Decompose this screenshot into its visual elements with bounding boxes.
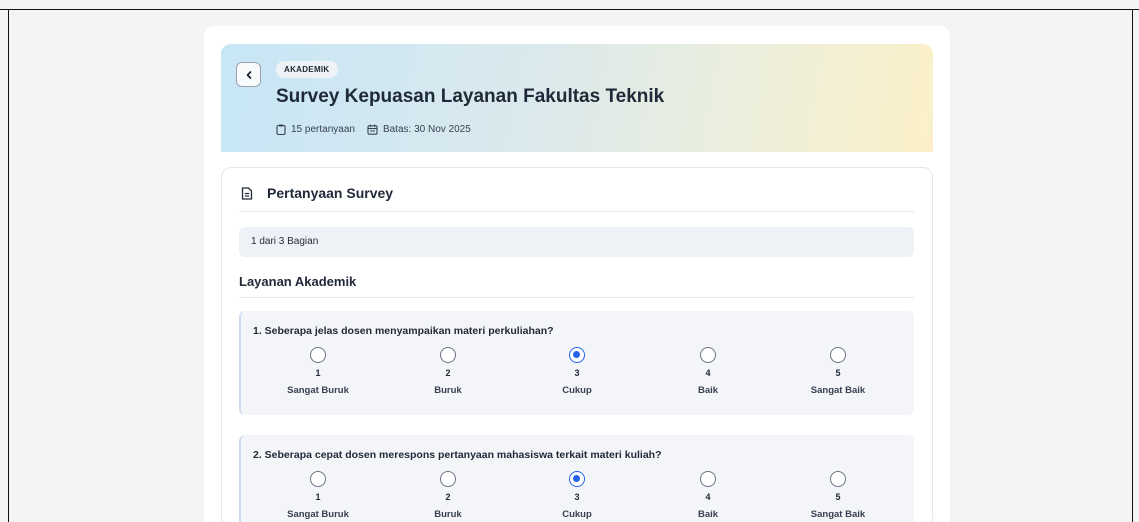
rating-option[interactable]: 4 Baik bbox=[653, 347, 763, 396]
rating-radio[interactable] bbox=[700, 471, 716, 487]
rating-label: Cukup bbox=[562, 509, 592, 520]
back-button[interactable] bbox=[236, 62, 261, 87]
rating-value: 2 bbox=[445, 492, 451, 502]
rating-value: 4 bbox=[705, 492, 711, 502]
deadline-text: Batas: 30 Nov 2025 bbox=[382, 123, 471, 135]
rating-label: Sangat Baik bbox=[810, 509, 866, 520]
rating-radio[interactable] bbox=[700, 347, 716, 363]
rating-value: 5 bbox=[835, 368, 841, 378]
rating-label: Baik bbox=[697, 509, 719, 520]
rating-label: Sangat Baik bbox=[810, 385, 866, 396]
clipboard-icon bbox=[276, 124, 286, 135]
document-icon bbox=[241, 186, 253, 200]
question-text: 1. Seberapa jelas dosen menyampaikan mat… bbox=[253, 325, 554, 337]
survey-meta: 15 pertanyaan Batas: 30 Nov 2025 bbox=[276, 122, 483, 136]
deadline: Batas: 30 Nov 2025 bbox=[367, 124, 471, 135]
window-frame-top bbox=[0, 9, 1139, 10]
rating-label: Baik bbox=[697, 385, 719, 396]
rating-label: Buruk bbox=[434, 509, 462, 520]
page-title: Survey Kepuasan Layanan Fakultas Teknik bbox=[276, 86, 665, 107]
rating-value: 3 bbox=[574, 368, 580, 378]
rating-option[interactable]: 1 Sangat Buruk bbox=[263, 347, 373, 396]
question-text: 2. Seberapa cepat dosen merespons pertan… bbox=[253, 449, 662, 461]
calendar-icon bbox=[367, 124, 378, 135]
rating-label: Buruk bbox=[434, 385, 462, 396]
rating-value: 3 bbox=[574, 492, 580, 502]
question-count-text: 15 pertanyaan bbox=[291, 123, 355, 135]
rating-option-selected[interactable]: 3 Cukup bbox=[522, 471, 632, 520]
section-divider bbox=[239, 297, 914, 298]
rating-option[interactable]: 1 Sangat Buruk bbox=[263, 471, 373, 520]
rating-option[interactable]: 4 Baik bbox=[653, 471, 763, 520]
rating-value: 4 bbox=[705, 368, 711, 378]
window-frame-right bbox=[1132, 9, 1133, 522]
rating-radio[interactable] bbox=[830, 347, 846, 363]
window-frame-left bbox=[8, 9, 9, 522]
question-card: 1. Seberapa jelas dosen menyampaikan mat… bbox=[239, 311, 914, 415]
rating-option[interactable]: 5 Sangat Baik bbox=[783, 347, 893, 396]
question-card: 2. Seberapa cepat dosen merespons pertan… bbox=[239, 435, 914, 522]
rating-option-selected[interactable]: 3 Cukup bbox=[522, 347, 632, 396]
rating-option[interactable]: 2 Buruk bbox=[393, 347, 503, 396]
rating-radio-checked[interactable] bbox=[569, 471, 585, 487]
rating-value: 1 bbox=[315, 492, 321, 502]
rating-value: 5 bbox=[835, 492, 841, 502]
rating-value: 2 bbox=[445, 368, 451, 378]
rating-label: Sangat Buruk bbox=[287, 509, 349, 520]
rating-radio[interactable] bbox=[310, 471, 326, 487]
rating-option[interactable]: 5 Sangat Baik bbox=[783, 471, 893, 520]
section-title: Layanan Akademik bbox=[239, 274, 357, 289]
chevron-left-icon bbox=[246, 70, 251, 79]
rating-option[interactable]: 2 Buruk bbox=[393, 471, 503, 520]
rating-radio[interactable] bbox=[830, 471, 846, 487]
heading-divider bbox=[239, 211, 914, 212]
rating-radio[interactable] bbox=[440, 347, 456, 363]
rating-radio-checked[interactable] bbox=[569, 347, 585, 363]
question-count: 15 pertanyaan bbox=[276, 124, 355, 135]
panel-heading-text: Pertanyaan Survey bbox=[267, 185, 394, 201]
rating-label: Sangat Buruk bbox=[287, 385, 349, 396]
rating-value: 1 bbox=[315, 368, 321, 378]
rating-radio[interactable] bbox=[310, 347, 326, 363]
section-progress: 1 dari 3 Bagian bbox=[239, 227, 914, 257]
panel-heading: Pertanyaan Survey bbox=[241, 185, 393, 201]
category-badge: AKADEMIK bbox=[276, 61, 338, 78]
rating-label: Cukup bbox=[562, 385, 592, 396]
rating-radio[interactable] bbox=[440, 471, 456, 487]
